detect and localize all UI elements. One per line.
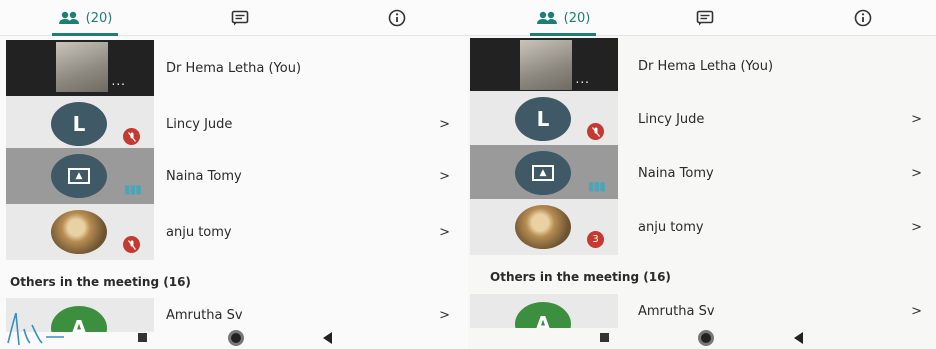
participant-row[interactable]: ... Dr Hema Letha (You) xyxy=(0,40,468,96)
chevron-right-icon[interactable]: > xyxy=(911,91,922,147)
meeting-people-panel-left: (20) ... Dr Hema Letha (You) L Lincy Jud… xyxy=(0,0,468,349)
active-tab-indicator xyxy=(52,33,118,36)
present-screen-icon: ▲ xyxy=(532,165,554,181)
participant-row[interactable]: ▲ ▮▮▮ Naina Tomy > xyxy=(468,145,936,201)
tab-chat[interactable] xyxy=(215,0,265,36)
avatar: ▲ xyxy=(51,154,107,198)
participant-name: Naina Tomy xyxy=(638,165,714,181)
participant-tile xyxy=(6,204,154,260)
audio-level-icon: ▮▮▮ xyxy=(588,179,606,193)
more-options-icon[interactable]: ... xyxy=(576,72,590,86)
chevron-right-icon[interactable]: > xyxy=(911,199,922,255)
audio-level-icon: ▮▮▮ xyxy=(124,182,142,196)
participant-row[interactable]: anju tomy > xyxy=(0,204,468,260)
participant-tile: ▲ ▮▮▮ xyxy=(6,148,154,204)
nav-back-icon[interactable] xyxy=(794,332,803,344)
more-options-icon[interactable]: ... xyxy=(112,74,126,88)
tab-bar: (20) xyxy=(468,0,936,36)
chat-icon xyxy=(231,10,249,26)
participant-tile: L xyxy=(470,91,618,147)
avatar: A xyxy=(515,302,571,328)
participant-tile: 3 xyxy=(470,199,618,255)
chevron-right-icon[interactable]: > xyxy=(911,145,922,201)
participant-name: Lincy Jude xyxy=(166,116,233,132)
participant-name: Lincy Jude xyxy=(638,111,705,127)
participant-name: Dr Hema Letha (You) xyxy=(638,58,774,74)
video-feed xyxy=(520,40,572,90)
nav-back-icon[interactable] xyxy=(323,332,332,344)
mic-off-icon xyxy=(587,123,604,140)
avatar: ▲ xyxy=(515,151,571,195)
participant-name: Amrutha Sv xyxy=(638,303,715,319)
info-icon xyxy=(388,9,406,27)
meeting-people-panel-right: (20) ... Dr Hema Letha (You) L Lincy Jud… xyxy=(468,0,936,349)
participant-row[interactable]: ... Dr Hema Letha (You) xyxy=(468,38,936,94)
tab-people[interactable]: (20) xyxy=(498,0,628,36)
participant-row[interactable]: A Amrutha Sv > xyxy=(468,294,936,328)
tab-bar: (20) xyxy=(0,0,468,36)
mic-off-icon: 3 xyxy=(587,231,604,248)
chat-icon xyxy=(696,10,714,26)
others-section-header: Others in the meeting (16) xyxy=(490,270,671,284)
participant-video-tile: ... xyxy=(470,38,618,94)
info-icon xyxy=(854,9,872,27)
tab-info[interactable] xyxy=(372,0,422,36)
nav-home-icon[interactable] xyxy=(698,330,714,346)
participant-tile: A xyxy=(470,294,618,328)
chevron-right-icon[interactable]: > xyxy=(439,96,450,152)
nav-recents-icon[interactable] xyxy=(600,333,609,342)
avatar: L xyxy=(515,97,571,141)
tab-chat[interactable] xyxy=(680,0,730,36)
participant-tile: L xyxy=(6,96,154,152)
participant-row[interactable]: L Lincy Jude > xyxy=(468,91,936,147)
participant-name: Naina Tomy xyxy=(166,168,242,184)
handwritten-mark xyxy=(7,312,64,346)
people-count: (20) xyxy=(85,10,113,26)
nav-home-icon[interactable] xyxy=(228,330,244,346)
participant-name: Dr Hema Letha (You) xyxy=(166,60,302,76)
active-tab-indicator xyxy=(530,33,596,36)
tab-people[interactable]: (20) xyxy=(20,0,150,36)
tab-info[interactable] xyxy=(838,0,888,36)
chevron-right-icon[interactable]: > xyxy=(439,148,450,204)
nav-recents-icon[interactable] xyxy=(138,333,147,342)
avatar: L xyxy=(51,102,107,146)
people-icon xyxy=(536,11,557,24)
others-section-header: Others in the meeting (16) xyxy=(10,275,191,289)
people-icon xyxy=(58,11,79,24)
video-feed xyxy=(56,42,108,92)
mic-off-icon xyxy=(123,128,140,145)
chevron-right-icon[interactable]: > xyxy=(439,204,450,260)
chevron-right-icon[interactable]: > xyxy=(911,294,922,328)
mic-off-icon xyxy=(123,236,140,253)
participant-tile: ▲ ▮▮▮ xyxy=(470,145,618,201)
people-count: (20) xyxy=(563,10,591,26)
avatar xyxy=(51,210,107,254)
participant-row[interactable]: ▲ ▮▮▮ Naina Tomy > xyxy=(0,148,468,204)
participant-name: anju tomy xyxy=(166,224,232,240)
participant-name: anju tomy xyxy=(638,219,704,235)
participant-row[interactable]: L Lincy Jude > xyxy=(0,96,468,152)
avatar xyxy=(515,205,571,249)
present-screen-icon: ▲ xyxy=(68,168,90,184)
participant-video-tile: ... xyxy=(6,40,154,96)
system-nav-bar xyxy=(468,327,936,349)
participant-row[interactable]: 3 anju tomy > xyxy=(468,199,936,255)
